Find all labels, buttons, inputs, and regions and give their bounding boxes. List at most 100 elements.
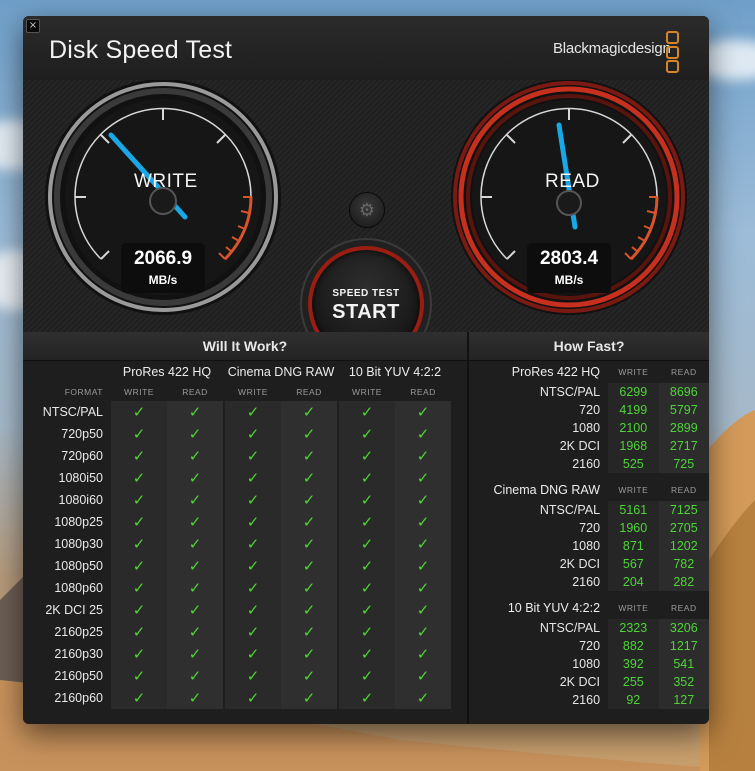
group-header: 10 Bit YUV 4:2:2	[348, 365, 442, 379]
read-readout: 2803.4 MB/s	[527, 243, 611, 293]
checkmark-icon: ✓	[225, 489, 281, 511]
how-fast-panel: ProRes 422 HQ WRITE READ NTSC/PAL 6299 8696 72…	[469, 361, 709, 724]
checkmark-icon: ✓	[281, 423, 337, 445]
checkmark-icon: ✓	[395, 489, 451, 511]
table-row: 1080 392 541	[469, 655, 709, 673]
checkmark-icon: ✓	[281, 687, 337, 709]
checkmark-icon: ✓	[225, 467, 281, 489]
table-row: 2160p25 ✓ ✓ ✓ ✓ ✓ ✓	[23, 621, 451, 643]
write-fps-value: 6299	[608, 383, 659, 401]
read-column-header: READ	[670, 603, 697, 613]
checkmark-icon: ✓	[225, 643, 281, 665]
read-fps-value: 725	[658, 455, 709, 473]
table-row: 2160 204 282	[469, 573, 709, 591]
resolution-label: 720	[579, 521, 601, 535]
format-label: 1080p50	[54, 559, 103, 573]
checkmark-icon: ✓	[281, 533, 337, 555]
checkmark-icon: ✓	[339, 445, 395, 467]
group-header: ProRes 422 HQ	[122, 365, 212, 379]
read-fps-value: 2899	[658, 419, 709, 437]
checkmark-icon: ✓	[281, 621, 337, 643]
table-row: NTSC/PAL 5161 7125	[469, 501, 709, 519]
checkmark-icon: ✓	[225, 621, 281, 643]
checkmark-icon: ✓	[339, 577, 395, 599]
gear-icon[interactable]: ⚙	[349, 192, 385, 228]
checkmark-icon: ✓	[281, 445, 337, 467]
resolution-label: 2160	[572, 457, 601, 471]
checkmark-icon: ✓	[167, 621, 223, 643]
checkmark-icon: ✓	[281, 599, 337, 621]
checkmark-icon: ✓	[225, 445, 281, 467]
write-fps-value: 871	[608, 537, 659, 555]
checkmark-icon: ✓	[339, 665, 395, 687]
checkmark-icon: ✓	[225, 533, 281, 555]
resolution-label: 2K DCI	[559, 439, 601, 453]
table-row: 720 4199 5797	[469, 401, 709, 419]
table-row: 2160p30 ✓ ✓ ✓ ✓ ✓ ✓	[23, 643, 451, 665]
table-row: 720p60 ✓ ✓ ✓ ✓ ✓ ✓	[23, 445, 451, 467]
table-row: 2160 92 127	[469, 691, 709, 709]
checkmark-icon: ✓	[167, 687, 223, 709]
format-label: 1080p25	[54, 515, 103, 529]
write-fps-value: 204	[608, 573, 659, 591]
checkmark-icon: ✓	[225, 665, 281, 687]
write-gauge-label: WRITE	[134, 171, 198, 192]
checkmark-icon: ✓	[395, 687, 451, 709]
will-it-work-table: ProRes 422 HQ Cinema DNG RAW 10 Bit YUV …	[23, 361, 451, 709]
resolution-label: 720	[579, 639, 601, 653]
will-it-work-title: Will It Work?	[23, 332, 467, 361]
table-row: 1080 2100 2899	[469, 419, 709, 437]
checkmark-icon: ✓	[339, 643, 395, 665]
checkmark-icon: ✓	[339, 489, 395, 511]
table-row: 1080i60 ✓ ✓ ✓ ✓ ✓ ✓	[23, 489, 451, 511]
write-fps-value: 525	[608, 455, 659, 473]
table-row: 2160p50 ✓ ✓ ✓ ✓ ✓ ✓	[23, 665, 451, 687]
table-row: 2K DCI 255 352	[469, 673, 709, 691]
checkmark-icon: ✓	[339, 687, 395, 709]
table-row: 2K DCI 1968 2717	[469, 437, 709, 455]
format-label: 720p60	[61, 449, 103, 463]
checkmark-icon: ✓	[339, 511, 395, 533]
checkmark-icon: ✓	[395, 665, 451, 687]
brand-logo-icon	[666, 31, 679, 73]
checkmark-icon: ✓	[281, 665, 337, 687]
checkmark-icon: ✓	[225, 423, 281, 445]
checkmark-icon: ✓	[111, 643, 167, 665]
format-label: 1080p30	[54, 537, 103, 551]
window-header: × Disk Speed Test Blackmagicdesign	[23, 16, 709, 81]
read-speed-unit: MB/s	[554, 273, 584, 287]
checkmark-icon: ✓	[225, 401, 281, 423]
write-fps-value: 392	[608, 655, 659, 673]
checkmark-icon: ✓	[111, 467, 167, 489]
checkmark-icon: ✓	[395, 467, 451, 489]
table-row: 2K DCI 25 ✓ ✓ ✓ ✓ ✓ ✓	[23, 599, 451, 621]
table-row: NTSC/PAL 6299 8696	[469, 383, 709, 401]
checkmark-icon: ✓	[281, 467, 337, 489]
checkmark-icon: ✓	[395, 621, 451, 643]
read-fps-value: 5797	[658, 401, 709, 419]
checkmark-icon: ✓	[395, 599, 451, 621]
write-column-header: WRITE	[352, 387, 382, 397]
checkmark-icon: ✓	[395, 511, 451, 533]
write-readout: 2066.9 MB/s	[121, 243, 205, 293]
format-label: 720p50	[61, 427, 103, 441]
checkmark-icon: ✓	[111, 445, 167, 467]
resolution-label: 2K DCI	[559, 675, 601, 689]
resolution-label: 1080	[572, 421, 601, 435]
close-icon[interactable]: ×	[26, 19, 40, 33]
write-column-header: WRITE	[618, 367, 649, 377]
resolution-label: 1080	[572, 657, 601, 671]
checkmark-icon: ✓	[167, 577, 223, 599]
read-gauge-label: READ	[545, 171, 600, 192]
resolution-label: 2K DCI	[559, 557, 601, 571]
checkmark-icon: ✓	[281, 577, 337, 599]
checkmark-icon: ✓	[111, 555, 167, 577]
how-fast-group-header-row: Cinema DNG RAW WRITE READ	[469, 479, 709, 501]
format-label: 2160p60	[54, 691, 103, 705]
checkmark-icon: ✓	[167, 489, 223, 511]
table-row: 1080i50 ✓ ✓ ✓ ✓ ✓ ✓	[23, 467, 451, 489]
gauge-panel: WRITE 2066.9 MB/s READ 2803.4 MB/s ⚙ SPE…	[23, 80, 709, 362]
read-fps-value: 2705	[658, 519, 709, 537]
checkmark-icon: ✓	[111, 621, 167, 643]
disk-speed-test-window: × Disk Speed Test Blackmagicdesign WRITE…	[23, 16, 709, 724]
